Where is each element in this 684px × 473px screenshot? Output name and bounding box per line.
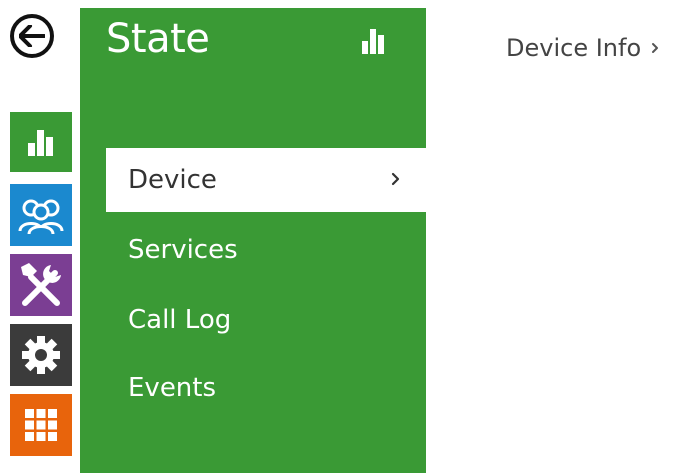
- grid-icon: [25, 409, 57, 441]
- chevron-right-icon: [391, 172, 400, 186]
- users-icon: [18, 199, 64, 235]
- menu-item-call-log[interactable]: Call Log: [106, 288, 426, 352]
- menu-item-services[interactable]: Services: [106, 218, 426, 282]
- state-panel: State Device Services Call Log Events: [80, 8, 426, 473]
- nav-users[interactable]: [10, 184, 72, 246]
- menu-item-label: Call Log: [128, 305, 232, 335]
- bar-chart-icon: [28, 130, 53, 156]
- menu-item-label: Device: [128, 165, 217, 195]
- gear-icon: [22, 336, 60, 374]
- chevron-right-icon: [652, 43, 659, 53]
- menu-item-events[interactable]: Events: [106, 356, 426, 420]
- menu-item-device[interactable]: Device: [106, 148, 426, 212]
- menu-item-label: Services: [128, 235, 238, 265]
- arrow-left-icon: [19, 25, 45, 47]
- back-button[interactable]: [10, 14, 54, 58]
- tools-icon: [21, 263, 61, 306]
- breadcrumb[interactable]: Device Info: [506, 34, 661, 62]
- menu-item-label: Events: [128, 373, 217, 403]
- breadcrumb-label: Device Info: [506, 34, 642, 62]
- bar-chart-icon: [362, 29, 384, 54]
- nav-state[interactable]: [10, 112, 72, 172]
- nav-settings[interactable]: [10, 324, 72, 386]
- nav-tools[interactable]: [10, 254, 72, 316]
- panel-title: State: [106, 16, 210, 62]
- nav-apps[interactable]: [10, 394, 72, 456]
